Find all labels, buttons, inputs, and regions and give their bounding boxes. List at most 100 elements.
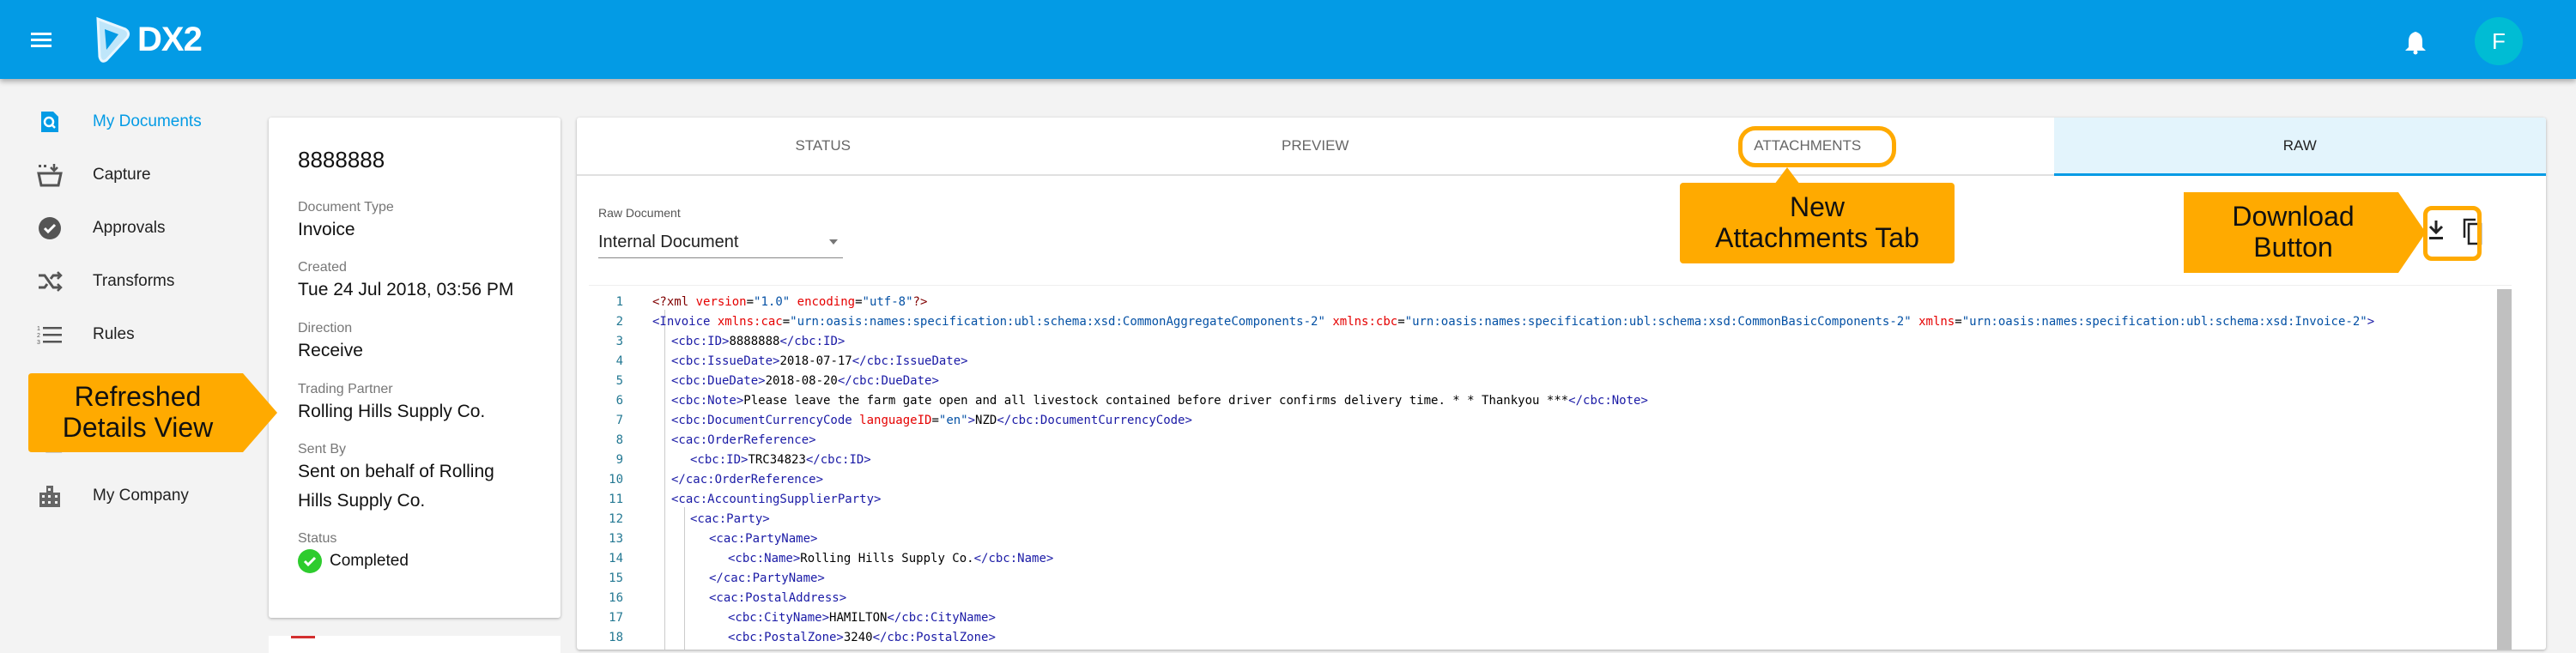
status-text: Completed	[330, 552, 409, 570]
sidebar-item-capture[interactable]: Capture	[0, 149, 258, 201]
field-value-direction: Receive	[298, 341, 363, 360]
field-label-trading-partner: Trading Partner	[298, 382, 393, 396]
dropdown-arrow-icon	[829, 239, 838, 245]
sidebar-item-my-company[interactable]: My Company	[0, 470, 258, 522]
code-text: </cac:PartyName>	[709, 571, 825, 585]
line-number: 2	[615, 315, 623, 329]
code-line: 2 <Invoice xmlns:cac="urn:oasis:names:spe…	[589, 312, 2494, 332]
tab-status[interactable]: STATUS	[577, 118, 1070, 174]
line-number: 5	[615, 374, 623, 388]
code-scrollbar[interactable]	[2497, 289, 2512, 650]
code-text: <cbc:CityName>HAMILTON</cbc:CityName>	[728, 611, 996, 625]
code-text: </cac:OrderReference>	[671, 473, 824, 487]
code-text: <cbc:ID>8888888</cbc:ID>	[671, 335, 846, 348]
sidebar-item-label: My Company	[93, 487, 189, 505]
code-line: 12 <cac:Party>	[589, 510, 2494, 529]
code-text: <cac:Party>	[690, 512, 770, 526]
sidebar-item-label: Rules	[93, 325, 135, 343]
hamburger-menu-icon[interactable]	[31, 33, 53, 48]
tab-raw[interactable]: RAW	[2053, 118, 2546, 176]
callout-text: Refreshed	[74, 381, 202, 412]
line-number: 16	[609, 591, 623, 605]
building-icon	[36, 482, 64, 510]
numbered-list-icon: 123	[36, 321, 64, 348]
field-value-document-type: Invoice	[298, 220, 355, 239]
sidebar-item-label: My Documents	[93, 112, 202, 130]
callout-text: Details View	[62, 412, 214, 443]
secondary-card	[269, 636, 561, 653]
code-line: 14 <cbc:Name>Rolling Hills Supply Co.</cb…	[589, 549, 2494, 569]
code-line: 5 <cbc:DueDate>2018-08-20</cbc:DueDate>	[589, 372, 2494, 391]
code-line: 8 <cac:OrderReference>	[589, 431, 2494, 450]
field-label-sent-by: Sent By	[298, 442, 347, 456]
field-label-document-type: Document Type	[298, 200, 394, 215]
code-text: <cac:PostalAddress>	[709, 591, 847, 605]
code-text: <cac:OrderReference>	[671, 433, 816, 447]
code-text: <cbc:ID>TRC34823</cbc:ID>	[690, 453, 871, 467]
field-label-direction: Direction	[298, 321, 353, 336]
line-number: 13	[609, 532, 623, 546]
callout-refreshed-details: Refreshed Details View	[28, 373, 277, 452]
line-number: 3	[615, 335, 623, 348]
line-number: 8	[615, 433, 623, 447]
sidebar-item-approvals[interactable]: Approvals	[0, 203, 258, 254]
code-text: <cac:AccountingSupplierParty>	[671, 493, 882, 506]
callout-text: Download	[2232, 201, 2355, 232]
code-text: <cbc:DocumentCurrencyCode languageID="en…	[671, 414, 1192, 427]
code-text: <cbc:DueDate>2018-08-20</cbc:DueDate>	[671, 374, 939, 388]
line-number: 15	[609, 571, 623, 585]
capture-basket-icon	[36, 161, 64, 189]
line-number: 6	[615, 394, 623, 408]
notifications-bell-icon[interactable]	[2403, 29, 2428, 55]
svg-text:1: 1	[37, 326, 40, 332]
code-text: <cbc:IssueDate>2018-07-17</cbc:IssueDate…	[671, 354, 968, 368]
app-logo[interactable]: DX2	[93, 15, 203, 63]
code-line: 13 <cac:PartyName>	[589, 529, 2494, 549]
callout-text: Attachments Tab	[1715, 222, 1919, 253]
field-value-created: Tue 24 Jul 2018, 03:56 PM	[298, 280, 514, 299]
callout-download-button: Download Button	[2184, 192, 2426, 273]
code-line: 17 <cbc:CityName>HAMILTON</cbc:CityName>	[589, 608, 2494, 628]
check-circle-icon	[298, 549, 322, 573]
sidebar-item-label: Capture	[93, 166, 151, 184]
raw-document-select[interactable]: Internal Document	[598, 227, 843, 258]
code-line: 3 <cbc:ID>8888888</cbc:ID>	[589, 332, 2494, 352]
sidebar-item-rules[interactable]: 123 Rules	[0, 309, 258, 360]
attachments-tab-highlight	[1738, 126, 1896, 167]
code-line: 4 <cbc:IssueDate>2018-07-17</cbc:IssueDat…	[589, 352, 2494, 372]
line-number: 12	[609, 512, 623, 526]
line-number: 18	[609, 631, 623, 644]
code-line: 15 </cac:PartyName>	[589, 569, 2494, 589]
line-number: 17	[609, 611, 623, 625]
code-line: 16 <cac:PostalAddress>	[589, 589, 2494, 608]
document-details-card: 8888888 Document Type Invoice Created Tu…	[269, 118, 561, 618]
svg-text:3: 3	[37, 340, 40, 345]
field-value-trading-partner: Rolling Hills Supply Co.	[298, 402, 486, 421]
sidebar-item-label: Approvals	[93, 219, 166, 237]
code-text: <Invoice xmlns:cac="urn:oasis:names:spec…	[652, 315, 2375, 329]
line-number: 14	[609, 552, 623, 565]
code-line: 11 <cac:AccountingSupplierParty>	[589, 490, 2494, 510]
dx2-logo-icon	[96, 16, 130, 63]
document-search-icon	[36, 108, 64, 136]
code-line: 7 <cbc:DocumentCurrencyCode languageID="e…	[589, 411, 2494, 431]
callout-new-attachments: New Attachments Tab	[1680, 167, 1955, 263]
app-name: DX2	[137, 20, 203, 58]
code-line: 18 <cbc:PostalZone>3240</cbc:PostalZone>	[589, 628, 2494, 648]
code-line: 9 <cbc:ID>TRC34823</cbc:ID>	[589, 450, 2494, 470]
sidebar-nav: My Documents Capture Approvals Transform…	[0, 79, 266, 638]
callout-text: New	[1789, 191, 1845, 222]
raw-code-viewer[interactable]: 1 <?xml version="1.0" encoding="utf-8"?> 2…	[589, 285, 2512, 650]
code-line: 1 <?xml version="1.0" encoding="utf-8"?>	[589, 293, 2494, 312]
document-id: 8888888	[298, 147, 385, 172]
code-text: <cbc:PostalZone>3240</cbc:PostalZone>	[728, 631, 996, 644]
user-avatar[interactable]: F	[2475, 17, 2523, 65]
sidebar-item-my-documents[interactable]: My Documents	[0, 96, 258, 148]
field-label-created: Created	[298, 260, 347, 275]
line-number: 11	[609, 493, 623, 506]
callout-text: Button	[2253, 232, 2333, 263]
field-value-sent-by: Sent on behalf of Rolling Hills Supply C…	[298, 462, 494, 511]
sidebar-item-transforms[interactable]: Transforms	[0, 256, 258, 307]
line-number: 10	[609, 473, 623, 487]
tab-preview[interactable]: PREVIEW	[1070, 118, 1562, 174]
